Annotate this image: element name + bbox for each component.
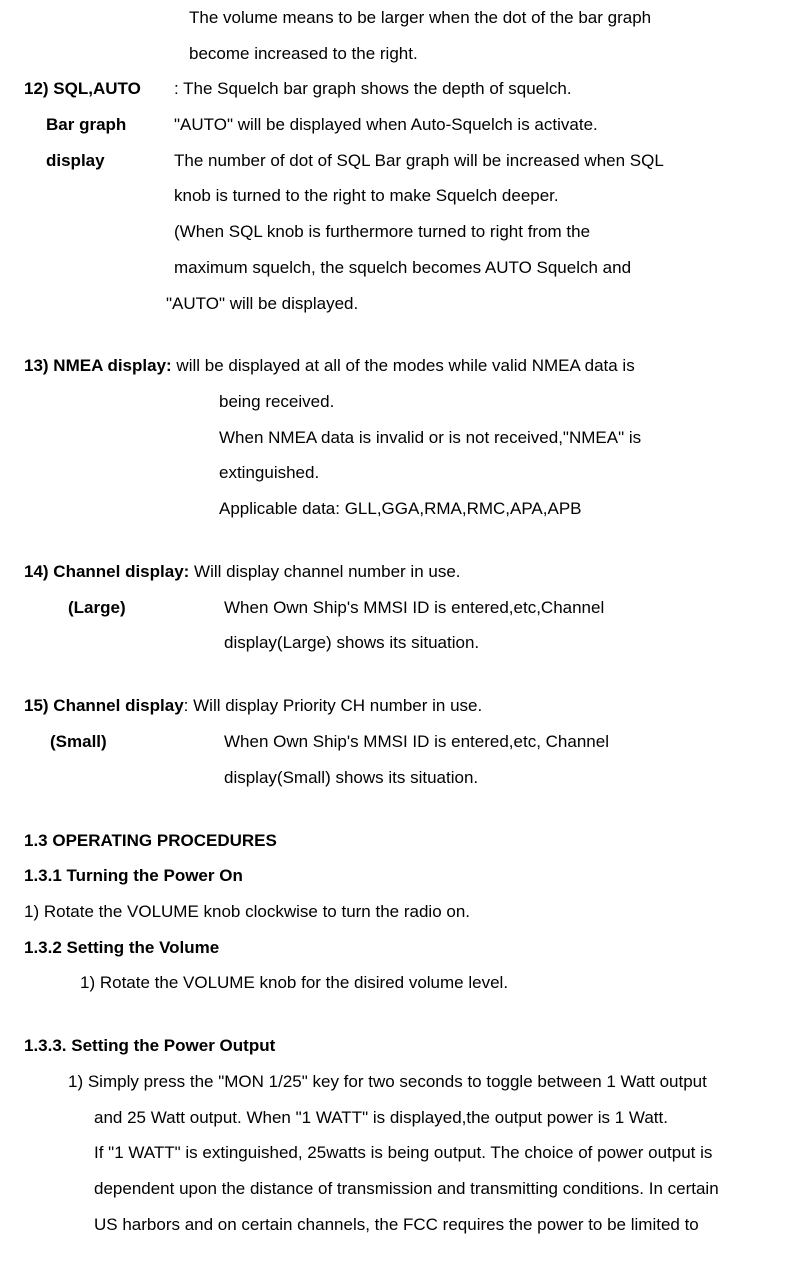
item-15-line2: When Own Ship's MMSI ID is entered,etc, … bbox=[224, 724, 773, 760]
proc-1-3-3-line4: dependent upon the distance of transmiss… bbox=[24, 1171, 773, 1207]
heading-1-3: 1.3 OPERATING PROCEDURES bbox=[24, 823, 773, 859]
item-13-line2: being received. bbox=[24, 384, 773, 420]
proc-1-3-3-line2: and 25 Watt output. When "1 WATT" is dis… bbox=[24, 1100, 773, 1136]
item-13-line3: When NMEA data is invalid or is not rece… bbox=[24, 420, 773, 456]
heading-1-3-3: 1.3.3. Setting the Power Output bbox=[24, 1028, 773, 1064]
item-14-line1: 14) Channel display: Will display channe… bbox=[24, 554, 773, 590]
proc-1-3-3-line5: US harbors and on certain channels, the … bbox=[24, 1207, 773, 1243]
item-12-label-line3: display bbox=[24, 143, 174, 179]
item-12-body-line1: : The Squelch bar graph shows the depth … bbox=[174, 71, 773, 107]
item-12-body-line7: "AUTO" will be displayed. bbox=[166, 286, 773, 322]
heading-1-3-2: 1.3.2 Setting the Volume bbox=[24, 930, 773, 966]
item-12-body-line2: "AUTO" will be displayed when Auto-Squel… bbox=[174, 107, 773, 143]
item-14-sublabel: (Large) bbox=[24, 590, 224, 626]
item-14-rest: Will display channel number in use. bbox=[189, 562, 460, 581]
proc-1-3-3-line3: If "1 WATT" is extinguished, 25watts is … bbox=[24, 1135, 773, 1171]
item-12: 12) SQL,AUTO Bar graph display : The Squ… bbox=[24, 71, 773, 321]
item-15-body: (Small) When Own Ship's MMSI ID is enter… bbox=[24, 724, 773, 795]
item-12-body-line6: maximum squelch, the squelch becomes AUT… bbox=[174, 250, 773, 286]
item-15-head: 15) Channel display bbox=[24, 696, 184, 715]
item-12-body-line5: (When SQL knob is furthermore turned to … bbox=[174, 214, 773, 250]
item-12-label-line2: Bar graph bbox=[24, 107, 174, 143]
item-13-line5: Applicable data: GLL,GGA,RMA,RMC,APA,APB bbox=[24, 491, 773, 527]
proc-1-3-2-step1: 1) Rotate the VOLUME knob for the disire… bbox=[24, 965, 773, 1001]
volume-note-line2: become increased to the right. bbox=[24, 36, 773, 72]
item-13-rest: will be displayed at all of the modes wh… bbox=[172, 356, 635, 375]
item-13-line4: extinguished. bbox=[24, 455, 773, 491]
item-12-body-line4: knob is turned to the right to make Sque… bbox=[174, 178, 773, 214]
heading-1-3-1: 1.3.1 Turning the Power On bbox=[24, 858, 773, 894]
item-15-rest: : Will display Priority CH number in use… bbox=[184, 696, 483, 715]
item-14-line2: When Own Ship's MMSI ID is entered,etc,C… bbox=[224, 590, 773, 626]
spacer bbox=[24, 795, 773, 822]
spacer bbox=[24, 1001, 773, 1028]
item-15-line3: display(Small) shows its situation. bbox=[224, 760, 773, 796]
document-page: The volume means to be larger when the d… bbox=[0, 0, 797, 1266]
spacer bbox=[24, 321, 773, 348]
item-13-line1: 13) NMEA display: will be displayed at a… bbox=[24, 348, 773, 384]
item-15-sublabel: (Small) bbox=[24, 724, 224, 760]
spacer bbox=[24, 527, 773, 554]
volume-note-line1: The volume means to be larger when the d… bbox=[24, 0, 773, 36]
item-12-body-line3: The number of dot of SQL Bar graph will … bbox=[174, 143, 773, 179]
item-14-line3: display(Large) shows its situation. bbox=[224, 625, 773, 661]
item-14-body: (Large) When Own Ship's MMSI ID is enter… bbox=[24, 590, 773, 661]
item-15-line1: 15) Channel display: Will display Priori… bbox=[24, 688, 773, 724]
proc-1-3-3-line1: 1) Simply press the "MON 1/25" key for t… bbox=[24, 1064, 773, 1100]
spacer bbox=[24, 661, 773, 688]
item-14-head: 14) Channel display: bbox=[24, 562, 189, 581]
proc-1-3-1-step1: 1) Rotate the VOLUME knob clockwise to t… bbox=[24, 894, 773, 930]
item-12-label-line1: 12) SQL,AUTO bbox=[24, 71, 174, 107]
item-13-head: 13) NMEA display: bbox=[24, 356, 172, 375]
